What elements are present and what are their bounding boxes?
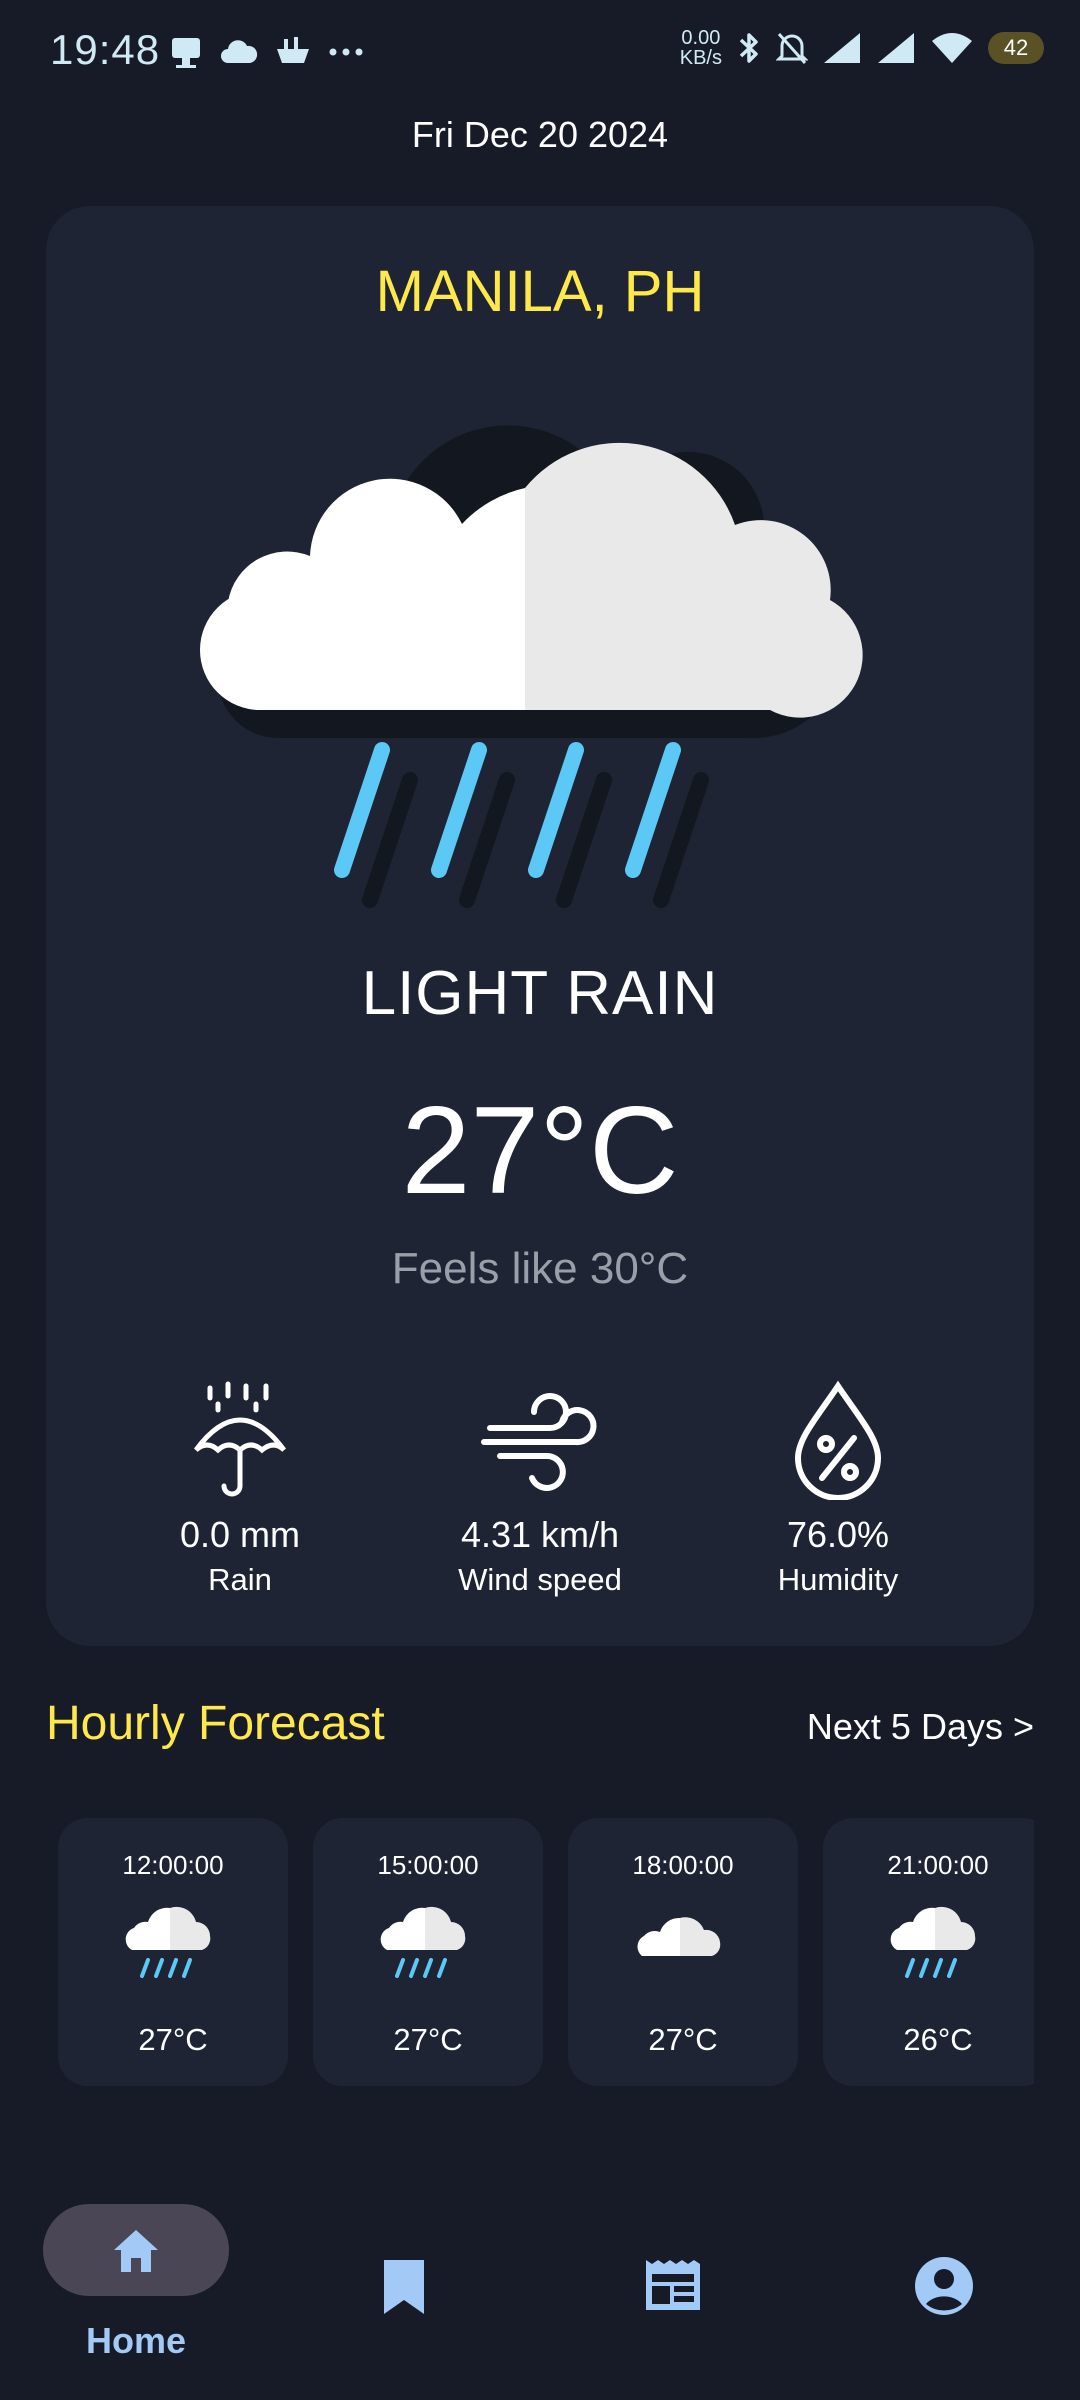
stat-rain: 0.0 mm Rain bbox=[110, 1380, 370, 1598]
rain-cloud-icon bbox=[890, 1906, 976, 1978]
boat-icon bbox=[277, 37, 309, 63]
rain-label: Rain bbox=[208, 1562, 272, 1597]
hour-time: 12:00:00 bbox=[122, 1850, 224, 1880]
hourly-card[interactable]: 21:00:00 26°C bbox=[823, 1818, 1034, 2086]
signal-icon bbox=[824, 33, 860, 63]
notification-icon bbox=[172, 38, 200, 68]
city-name: MANILA, PH bbox=[375, 259, 705, 324]
hour-time: 15:00:00 bbox=[377, 1850, 479, 1880]
bluetooth-icon bbox=[739, 33, 758, 63]
mute-icon bbox=[776, 32, 808, 65]
weather-condition: LIGHT RAIN bbox=[361, 959, 719, 1028]
battery-indicator: 42 bbox=[988, 32, 1044, 64]
hour-temp: 26°C bbox=[903, 2022, 973, 2057]
cloud-icon bbox=[637, 1917, 721, 1956]
bookmark-icon[interactable] bbox=[378, 2256, 430, 2318]
wind-value: 4.31 km/h bbox=[460, 1514, 620, 1555]
hour-time: 21:00:00 bbox=[887, 1850, 989, 1880]
status-bar: 19:48 0.00 KB/s 42 bbox=[0, 0, 1080, 100]
net-speed: 0.00 KB/s bbox=[680, 28, 722, 68]
hour-temp: 27°C bbox=[393, 2022, 463, 2057]
wifi-icon bbox=[932, 33, 972, 63]
status-left-icons bbox=[168, 34, 364, 70]
news-icon[interactable] bbox=[642, 2256, 704, 2314]
hourly-card[interactable]: 15:00:00 27°C bbox=[313, 1818, 543, 2086]
net-speed-value: 0.00 bbox=[681, 27, 721, 49]
hourly-card[interactable]: 18:00:00 27°C bbox=[568, 1818, 798, 2086]
rain-value: 0.0 mm bbox=[179, 1514, 301, 1555]
hour-temp: 27°C bbox=[648, 2022, 718, 2057]
wind-label: Wind speed bbox=[458, 1562, 622, 1597]
net-speed-unit: KB/s bbox=[679, 47, 722, 69]
current-date: Fri Dec 20 2024 bbox=[411, 114, 669, 155]
stat-wind: 4.31 km/h Wind speed bbox=[410, 1380, 670, 1598]
rain-cloud-icon bbox=[380, 1906, 466, 1978]
hourly-card[interactable]: 12:00:00 27°C bbox=[58, 1818, 288, 2086]
hour-temp: 27°C bbox=[138, 2022, 208, 2057]
signal-icon bbox=[878, 33, 914, 63]
humidity-drop-icon bbox=[794, 1380, 882, 1500]
stat-humidity: 76.0% Humidity bbox=[708, 1380, 968, 1598]
humidity-label: Humidity bbox=[777, 1562, 899, 1597]
hour-time: 18:00:00 bbox=[632, 1850, 734, 1880]
hourly-forecast-title: Hourly Forecast bbox=[46, 1697, 385, 1750]
hourly-forecast-list[interactable]: 12:00:00 27°C 15:00:00 27°C 18:00:00 27°… bbox=[58, 1818, 1034, 2088]
status-right-icons: 0.00 KB/s 42 bbox=[680, 28, 1044, 68]
wind-icon bbox=[481, 1393, 597, 1491]
humidity-value: 76.0% bbox=[786, 1514, 890, 1555]
rain-cloud-icon bbox=[125, 1906, 211, 1978]
next-5-days-link[interactable]: Next 5 Days > bbox=[807, 1706, 1034, 1748]
nav-home-label[interactable]: Home bbox=[43, 2320, 229, 2362]
status-time: 19:48 bbox=[50, 26, 161, 73]
umbrella-rain-icon bbox=[193, 1381, 287, 1497]
feels-like: Feels like 30°C bbox=[391, 1244, 689, 1293]
account-icon[interactable] bbox=[914, 2256, 974, 2316]
home-icon[interactable] bbox=[108, 2222, 164, 2278]
current-temperature: 27°C bbox=[401, 1082, 679, 1220]
light-rain-icon bbox=[200, 425, 863, 908]
bottom-navigation: Home bbox=[0, 2180, 1080, 2400]
more-icon bbox=[329, 48, 363, 56]
cloud-icon bbox=[221, 40, 258, 63]
